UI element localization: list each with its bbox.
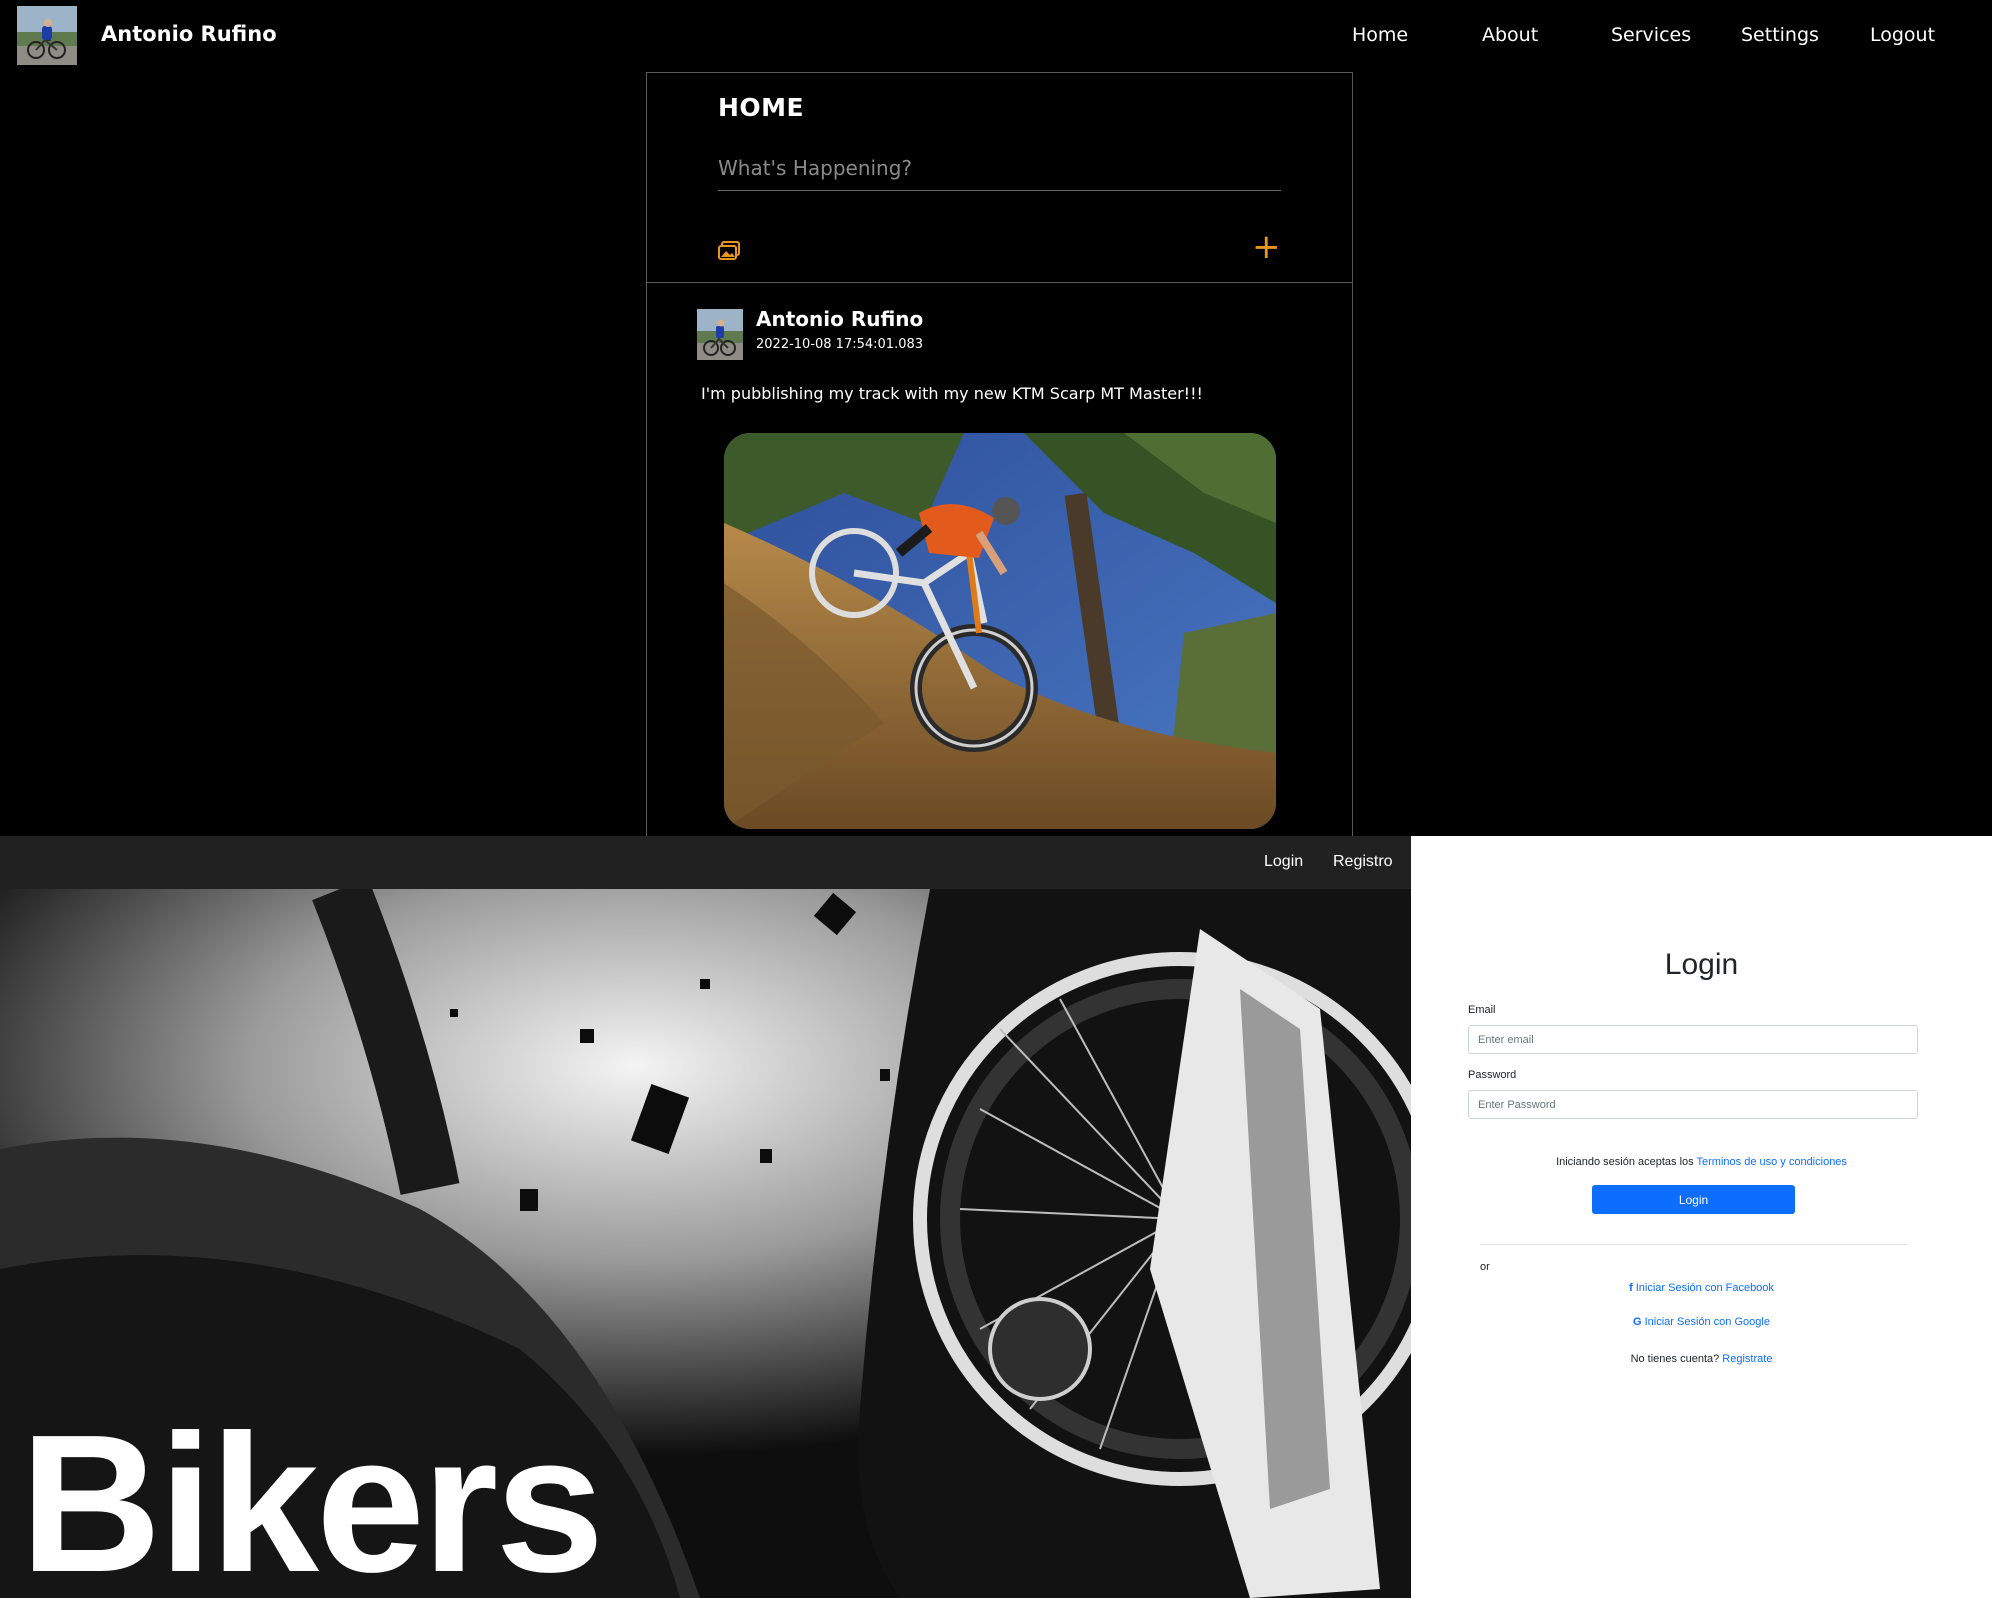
facebook-login-link[interactable]: f Iniciar Sesión con Facebook — [1411, 1282, 1992, 1294]
feed-divider — [647, 282, 1352, 283]
signup-prefix: No tienes cuenta? — [1630, 1353, 1720, 1365]
post-avatar[interactable] — [697, 309, 743, 360]
password-label: Password — [1468, 1069, 1517, 1081]
register-link[interactable]: Registrate — [1722, 1353, 1772, 1365]
page-title: HOME — [718, 93, 805, 122]
feed-panel: HOME + Antonio Rufino 2022-10- — [646, 72, 1353, 836]
google-login-label: Iniciar Sesión con Google — [1644, 1316, 1770, 1328]
image-upload-icon[interactable] — [718, 241, 740, 261]
terms-notice: Iniciando sesión aceptas los Terminos de… — [1411, 1156, 1992, 1168]
google-icon: G — [1633, 1316, 1642, 1328]
nav-services[interactable]: Services — [1611, 24, 1691, 46]
login-button[interactable]: Login — [1592, 1185, 1795, 1214]
add-post-button[interactable]: + — [1252, 230, 1281, 264]
divider — [1480, 1244, 1907, 1245]
or-separator: or — [1480, 1261, 1490, 1273]
post-author[interactable]: Antonio Rufino — [756, 307, 923, 331]
password-field[interactable] — [1468, 1090, 1918, 1119]
facebook-icon: f — [1629, 1282, 1633, 1294]
landing-navbar: Login Registro — [0, 836, 1411, 889]
login-title: Login — [1664, 948, 1739, 981]
login-panel: Login Email Password Iniciando sesión ac… — [1411, 836, 1992, 1598]
email-field[interactable] — [1468, 1025, 1918, 1054]
bikers-landing: Login Registro Bikers — [0, 836, 1411, 1598]
post-text: I'm pubblishing my track with my new KTM… — [701, 384, 1203, 403]
signup-prompt: No tienes cuenta? Registrate — [1411, 1353, 1992, 1365]
brand-avatar[interactable] — [17, 6, 77, 65]
cyclist-avatar-image — [17, 6, 77, 65]
nav-login[interactable]: Login — [1264, 853, 1303, 871]
nav-logout[interactable]: Logout — [1870, 24, 1935, 46]
terms-prefix: Iniciando sesión aceptas los — [1556, 1156, 1694, 1168]
social-app: Antonio Rufino Home About Services Setti… — [0, 0, 1992, 836]
post-timestamp: 2022-10-08 17:54:01.083 — [756, 337, 924, 352]
nav-home[interactable]: Home — [1352, 24, 1408, 46]
google-login-link[interactable]: G Iniciar Sesión con Google — [1411, 1316, 1992, 1328]
top-navbar: Antonio Rufino Home About Services Setti… — [0, 0, 1992, 72]
nav-settings[interactable]: Settings — [1741, 24, 1819, 46]
nav-register[interactable]: Registro — [1333, 853, 1393, 871]
post-image[interactable] — [724, 433, 1276, 829]
brand-name: Antonio Rufino — [101, 22, 277, 46]
compose-input[interactable] — [718, 145, 1281, 191]
cyclist-avatar-image — [697, 309, 743, 360]
mountain-bike-photo — [724, 433, 1276, 829]
terms-link[interactable]: Terminos de uso y condiciones — [1697, 1156, 1847, 1168]
facebook-login-label: Iniciar Sesión con Facebook — [1635, 1282, 1774, 1294]
hero-title: Bikers — [20, 1394, 604, 1598]
email-label: Email — [1468, 1004, 1496, 1016]
nav-about[interactable]: About — [1482, 24, 1538, 46]
